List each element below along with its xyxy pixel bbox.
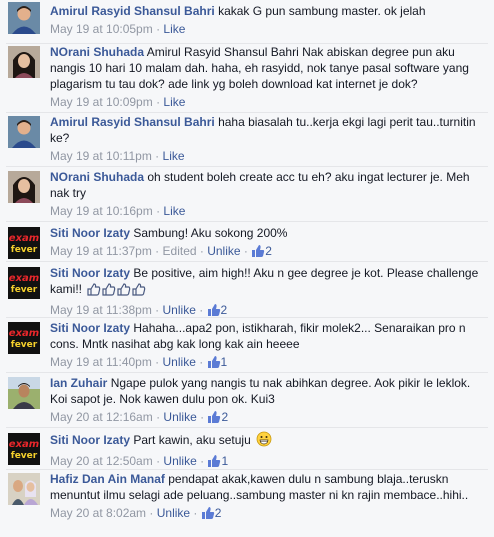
like-count[interactable]: 2 — [207, 303, 228, 317]
comment-feed: Amirul Rasyid Shansul Bahri kakak G pun … — [0, 0, 494, 537]
svg-text:exam: exam — [9, 233, 39, 244]
like-link[interactable]: Like — [163, 149, 185, 163]
comment-author[interactable]: NOrani Shuhada — [50, 170, 144, 184]
unlike-link[interactable]: Unlike — [163, 454, 196, 468]
comment-author[interactable]: Hafiz Dan Ain Manaf — [50, 472, 165, 486]
comment: exam fever Siti Noor Izaty Part kawin, ak… — [0, 431, 494, 470]
comment-meta: May 20 at 12:50am · Unlike · 1 — [50, 452, 488, 473]
comment-timestamp[interactable]: May 20 at 8:02am — [50, 506, 146, 520]
unlike-link[interactable]: Unlike — [157, 506, 190, 520]
comment-timestamp[interactable]: May 19 at 11:38pm — [50, 303, 152, 317]
like-count[interactable]: 1 — [207, 355, 228, 369]
comment-timestamp[interactable]: May 19 at 11:40pm — [50, 355, 152, 369]
like-thumb-icon — [207, 410, 221, 429]
avatar[interactable]: exam fever — [8, 433, 40, 465]
comment: exam fever Siti Noor Izaty Hahaha...apa2 … — [0, 320, 494, 373]
grin-emoticon — [256, 431, 272, 451]
like-count-value: 1 — [221, 454, 229, 468]
comment-timestamp[interactable]: May 20 at 12:16am — [50, 410, 153, 424]
comment-meta: May 19 at 11:40pm · Unlike · 1 — [50, 353, 488, 374]
avatar[interactable]: exam fever — [8, 267, 40, 299]
svg-text:exam: exam — [9, 439, 39, 450]
comment-meta: May 20 at 8:02am · Unlike · 2 — [50, 504, 488, 525]
comment-author[interactable]: Siti Noor Izaty — [50, 226, 130, 240]
like-thumb-icon — [251, 244, 265, 263]
comment-timestamp[interactable]: May 19 at 10:11pm — [50, 149, 152, 163]
avatar[interactable]: exam fever — [8, 227, 40, 259]
like-count-value: 2 — [220, 303, 228, 317]
comment: Ian Zuhair Ngape pulok yang nangis tu na… — [0, 375, 494, 428]
comment-author[interactable]: Amirul Rasyid Shansul Bahri — [50, 115, 215, 129]
comment-author[interactable]: Siti Noor Izaty — [50, 266, 130, 280]
edited-label[interactable]: Edited — [163, 244, 197, 258]
like-count-value: 2 — [214, 506, 222, 520]
comment: Hafiz Dan Ain Manaf pendapat akak,kawen … — [0, 471, 494, 535]
svg-text:fever: fever — [11, 245, 38, 255]
like-count-value: 2 — [221, 410, 229, 424]
comment-meta: May 19 at 11:38pm · Unlike · 2 — [50, 301, 488, 322]
comment: exam fever Siti Noor Izaty Be positive, a… — [0, 265, 494, 318]
avatar[interactable] — [8, 377, 40, 409]
comment-text: Ngape pulok yang nangis tu nak abihkan d… — [50, 376, 471, 406]
unlike-link[interactable]: Unlike — [163, 355, 196, 369]
like-link[interactable]: Like — [163, 22, 185, 36]
svg-text:exam: exam — [9, 273, 39, 284]
like-count-value: 1 — [220, 355, 228, 369]
comment: Amirul Rasyid Shansul Bahri kakak G pun … — [0, 2, 494, 44]
comment-author[interactable]: Siti Noor Izaty — [50, 433, 130, 447]
comment-timestamp[interactable]: May 20 at 12:50am — [50, 454, 153, 468]
comment-timestamp[interactable]: May 19 at 10:09pm — [50, 95, 153, 109]
like-link[interactable]: Like — [163, 95, 185, 109]
svg-text:fever: fever — [11, 285, 38, 295]
svg-text:exam: exam — [9, 328, 39, 339]
comment-author[interactable]: NOrani Shuhada — [50, 45, 144, 59]
comment-timestamp[interactable]: May 19 at 10:05pm — [50, 22, 153, 36]
like-count[interactable]: 2 — [251, 244, 272, 258]
comment-meta: May 19 at 10:16pm · Like — [50, 204, 186, 218]
comment: exam fever Siti Noor Izaty Sambung! Aku s… — [0, 225, 494, 262]
avatar[interactable]: exam fever — [8, 322, 40, 354]
comment: Amirul Rasyid Shansul Bahri haha biasala… — [0, 114, 494, 167]
like-thumb-icon — [201, 506, 215, 525]
comment-meta: May 19 at 11:37pm · Edited · Unlike · 2 — [50, 242, 488, 263]
svg-text:fever: fever — [11, 340, 38, 350]
avatar[interactable] — [8, 473, 40, 505]
comment-meta: May 19 at 10:11pm · Like — [50, 149, 185, 163]
comment-timestamp[interactable]: May 19 at 10:16pm — [50, 204, 153, 218]
comment-meta: May 20 at 12:16am · Unlike · 2 — [50, 408, 488, 429]
comment-author[interactable]: Amirul Rasyid Shansul Bahri — [50, 4, 215, 18]
comment-text: kakak G pun sambung master. ok jelah — [218, 4, 426, 18]
comment: NOrani Shuhada Amirul Rasyid Shansul Bah… — [0, 44, 494, 113]
like-thumb-icon — [207, 355, 221, 374]
comment-author[interactable]: Siti Noor Izaty — [50, 321, 130, 335]
like-count[interactable]: 2 — [207, 410, 228, 424]
like-link[interactable]: Like — [163, 204, 185, 218]
comment-text: Part kawin, aku setuju — [133, 433, 251, 447]
like-count[interactable]: 1 — [207, 454, 228, 468]
comment-meta: May 19 at 10:05pm · Like — [50, 22, 186, 36]
unlike-link[interactable]: Unlike — [163, 303, 196, 317]
svg-text:fever: fever — [11, 451, 38, 461]
like-count[interactable]: 2 — [201, 506, 222, 520]
avatar[interactable] — [8, 171, 40, 203]
avatar[interactable] — [8, 116, 40, 148]
like-count-value: 2 — [265, 244, 272, 258]
comment-timestamp[interactable]: May 19 at 11:37pm — [50, 244, 152, 258]
comment-text: Sambung! Aku sokong 200% — [133, 226, 288, 240]
comment-author[interactable]: Ian Zuhair — [50, 376, 107, 390]
avatar[interactable] — [8, 46, 40, 78]
comment: NOrani Shuhada oh student boleh create a… — [0, 169, 494, 222]
unlike-link[interactable]: Unlike — [207, 244, 240, 258]
thumbs-up-emoticon — [87, 282, 147, 300]
comment-meta: May 19 at 10:09pm · Like — [50, 95, 186, 109]
avatar[interactable] — [8, 2, 40, 34]
unlike-link[interactable]: Unlike — [163, 410, 196, 424]
